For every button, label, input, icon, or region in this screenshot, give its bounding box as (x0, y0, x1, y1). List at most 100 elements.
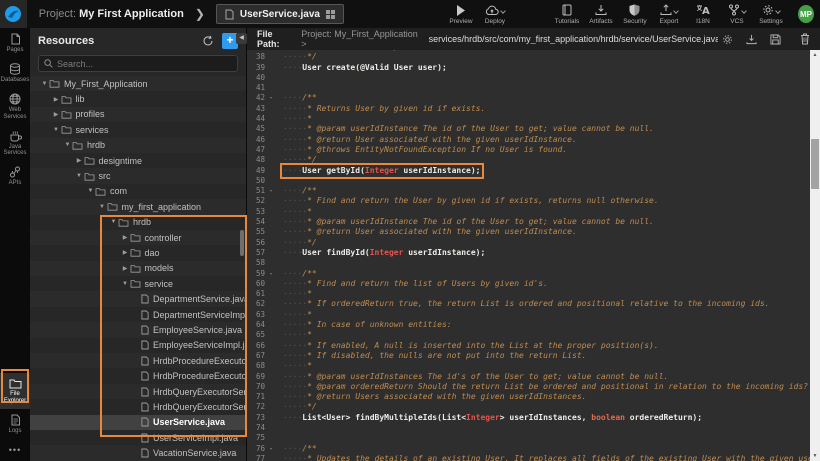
line-number: 66 (247, 341, 265, 351)
tree-item-profiles[interactable]: ▶ profiles (30, 107, 246, 122)
expand-arrow-icon[interactable]: ▶ (52, 111, 61, 118)
tree-item-label: profiles (76, 109, 105, 119)
tab-userservice[interactable]: UserService.java (216, 4, 344, 24)
save-button[interactable] (770, 34, 781, 45)
search-input[interactable] (57, 59, 232, 69)
settings-button[interactable]: Settings (754, 4, 788, 25)
app-logo[interactable] (0, 0, 27, 28)
code-line: 57····User findById(Integer userIdInstan… (247, 248, 810, 258)
panel-collapse-button[interactable]: ◀ (236, 33, 247, 44)
artifacts-button[interactable]: Artifacts (584, 4, 618, 25)
tutorials-button[interactable]: Tutorials (550, 4, 584, 25)
preview-button[interactable]: Preview (444, 4, 478, 25)
collapse-arrow-icon[interactable]: ▼ (121, 281, 130, 287)
globe-icon (9, 93, 21, 105)
fold-gutter (265, 289, 277, 299)
vcs-button[interactable]: VCS (720, 4, 754, 25)
code-line: 55·····* @return User associated with th… (247, 227, 810, 237)
tree-item-userserviceimpl-java[interactable]: UserServiceImpl.java (30, 430, 246, 445)
tree-item-employeeservice-java[interactable]: EmployeeService.java (30, 322, 246, 337)
tree-item-services[interactable]: ▼services (30, 122, 246, 137)
export-button[interactable]: Export (652, 4, 686, 25)
tree-item-controller[interactable]: ▶controller (30, 230, 246, 245)
editor-settings-button[interactable] (722, 34, 733, 45)
i18n-button[interactable]: A I18N (686, 4, 720, 25)
collapse-arrow-icon[interactable]: ▼ (52, 127, 61, 133)
tree-item-hrdbqueryexecutorservice[interactable]: HrdbQueryExecutorService (30, 399, 246, 414)
tree-item-dao[interactable]: ▶dao (30, 245, 246, 260)
scroll-up-icon[interactable]: ▲ (810, 50, 820, 60)
sidebar-item-file-explorer[interactable]: File Explorer (0, 373, 30, 409)
sidebar-item-databases[interactable]: Databases (0, 58, 30, 88)
code-line: 46·····* @return User associated with th… (247, 135, 810, 145)
collapse-arrow-icon[interactable]: ▼ (75, 173, 84, 179)
tree-item-src[interactable]: ▼src (30, 168, 246, 183)
tree-item-my-first-application[interactable]: ▼my_first_application (30, 199, 246, 214)
tree-item-hrdbprocedureexecutorse[interactable]: HrdbProcedureExecutorSe (30, 368, 246, 383)
download-file-button[interactable] (746, 34, 757, 45)
file-icon (141, 310, 153, 320)
expand-arrow-icon[interactable]: ▶ (75, 157, 84, 164)
line-number: 68 (247, 361, 265, 371)
tree-item-my-first-application[interactable]: ▼My_First_Application (30, 76, 246, 91)
fold-marker-icon[interactable]: - (265, 93, 277, 103)
sidebar-item-pages[interactable]: Pages (0, 28, 30, 58)
scroll-down-icon[interactable]: ▼ (810, 451, 820, 461)
tree-item-departmentservice-java[interactable]: DepartmentService.java (30, 291, 246, 306)
resources-scrollbar-thumb[interactable] (240, 230, 244, 256)
collapse-arrow-icon[interactable]: ▼ (98, 204, 107, 210)
line-number: 42 (247, 93, 265, 103)
search-icon (44, 59, 53, 68)
expand-arrow-icon[interactable]: ▶ (52, 96, 61, 103)
sidebar-item-web-services[interactable]: Web Services (0, 88, 30, 125)
code-line: 51-····/** (247, 186, 810, 196)
tree-item-designtime[interactable]: ▶designtime (30, 153, 246, 168)
expand-arrow-icon[interactable]: ▶ (121, 234, 130, 241)
line-number: 73 (247, 413, 265, 423)
deploy-button[interactable]: Deploy (478, 4, 512, 25)
tree-item-vacationservice-java[interactable]: VacationService.java (30, 445, 246, 460)
expand-arrow-icon[interactable]: ▶ (121, 265, 130, 272)
tree-item-lib[interactable]: ▶lib (30, 91, 246, 106)
sidebar-item-apis[interactable]: APIs (0, 161, 30, 191)
tree-item-employeeserviceimpl-java[interactable]: EmployeeServiceImpl.java (30, 338, 246, 353)
folder-icon (130, 248, 145, 257)
collapse-arrow-icon[interactable]: ▼ (63, 142, 72, 148)
tree-item-userservice-java[interactable]: UserService.java (30, 415, 246, 430)
tree-item-hrdb[interactable]: ▼hrdb (30, 138, 246, 153)
tree-item-hrdb[interactable]: ▼hrdb (30, 215, 246, 230)
fold-gutter (265, 279, 277, 289)
fold-gutter (265, 145, 277, 155)
tree-item-hrdbqueryexecutorservice[interactable]: HrdbQueryExecutorService (30, 384, 246, 399)
editor-scrollbar-thumb[interactable] (811, 139, 819, 189)
security-button[interactable]: Security (618, 4, 652, 25)
sidebar-item-java-services[interactable]: Java Services (0, 125, 30, 162)
code-editor[interactable]: 37·····* @return the newly created user.… (247, 50, 810, 461)
collapse-arrow-icon[interactable]: ▼ (86, 188, 95, 194)
fold-marker-icon[interactable]: - (265, 186, 277, 196)
fold-gutter (265, 402, 277, 412)
tree-item-com[interactable]: ▼com (30, 184, 246, 199)
tree-item-models[interactable]: ▶ models (30, 261, 246, 276)
tree-item-label: HrdbQueryExecutorService (153, 387, 246, 397)
refresh-icon[interactable] (202, 35, 214, 47)
line-number: 69 (247, 372, 265, 382)
delete-button[interactable] (800, 33, 810, 45)
editor-scrollbar[interactable]: ▲ ▼ (810, 50, 820, 461)
sidebar-item-logs[interactable]: Logs (0, 409, 30, 439)
tree-item-hrdbprocedureexecutorse[interactable]: HrdbProcedureExecutorSe (30, 353, 246, 368)
top-bar: Project: My First Application ❯ UserServ… (0, 0, 820, 28)
collapse-arrow-icon[interactable]: ▼ (40, 81, 49, 87)
file-path-label: File Path: (257, 29, 297, 49)
code-line: 77·····* Updates the details of an exist… (247, 454, 810, 461)
fold-marker-icon[interactable]: - (265, 444, 277, 454)
tree-item-label: models (145, 263, 174, 273)
expand-arrow-icon[interactable]: ▶ (121, 249, 130, 256)
user-avatar[interactable]: MP (798, 5, 814, 23)
collapse-arrow-icon[interactable]: ▼ (109, 219, 118, 225)
tree-item-departmentserviceimpl-jav[interactable]: DepartmentServiceImpl.jav (30, 307, 246, 322)
tree-item-service[interactable]: ▼service (30, 276, 246, 291)
fold-marker-icon[interactable]: - (265, 269, 277, 279)
tab-grid-icon[interactable] (326, 10, 335, 19)
sidebar-more-button[interactable]: ••• (9, 439, 21, 461)
